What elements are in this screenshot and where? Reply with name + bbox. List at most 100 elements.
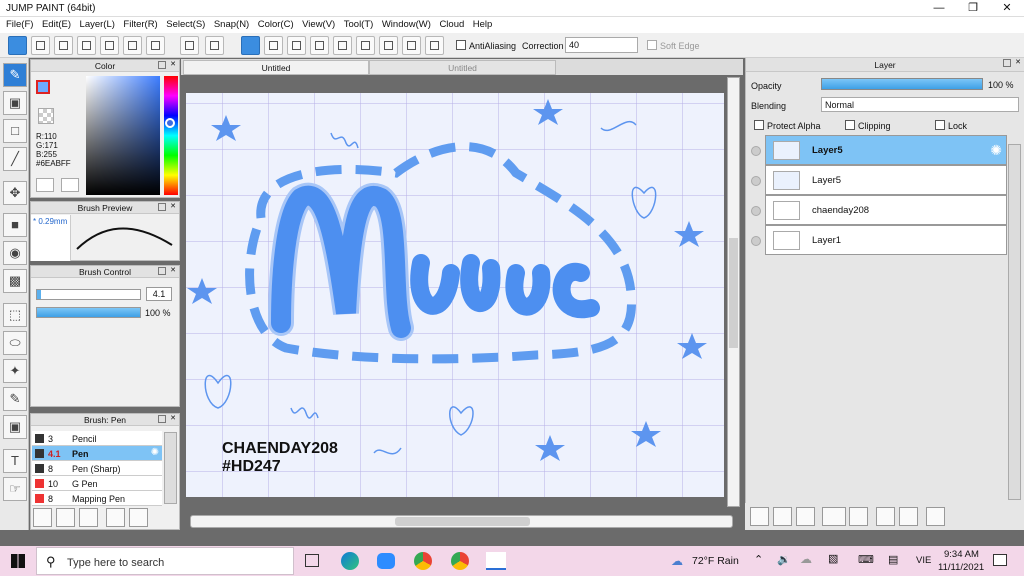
undo-icon[interactable] (180, 36, 199, 55)
volume-icon[interactable]: 🔉 (777, 553, 791, 566)
brush-size-slider[interactable] (36, 289, 141, 300)
layer-settings-gear-icon[interactable]: ✺ (990, 142, 1002, 159)
new-layer-copy-icon[interactable] (773, 507, 792, 526)
close-icon[interactable]: ✕ (169, 267, 177, 275)
menu-file[interactable]: File(F) (6, 17, 33, 33)
brush-item-mapping-pen[interactable]: 8 Mapping Pen (32, 491, 162, 506)
vertical-scroll-thumb[interactable] (729, 238, 738, 348)
soft-edge-checkbox[interactable] (647, 40, 657, 50)
brush-menu-icon[interactable] (79, 508, 98, 527)
antialiasing-checkbox[interactable] (456, 40, 466, 50)
delete-layer-icon[interactable] (926, 507, 945, 526)
tab-untitled-2[interactable]: Untitled (369, 60, 556, 75)
chrome-icon[interactable] (414, 552, 432, 570)
canvas-horizontal-scrollbar[interactable] (190, 515, 733, 528)
copy-brush-icon[interactable] (106, 508, 125, 527)
float-icon[interactable] (158, 203, 166, 211)
page-layout-icon[interactable] (123, 36, 142, 55)
close-icon[interactable]: ✕ (169, 203, 177, 211)
close-icon[interactable]: ✕ (169, 61, 177, 69)
taskbar-search[interactable]: ⚲ Type here to search (36, 547, 294, 575)
wifi-icon[interactable]: ▤ (888, 553, 898, 566)
saturation-value-picker[interactable] (86, 76, 160, 195)
weather-text[interactable]: 72°F Rain (692, 555, 739, 567)
line-tool-icon[interactable]: ╱ (3, 147, 27, 171)
brush-item-pen-sharp[interactable]: 8 Pen (Sharp) (32, 461, 162, 476)
layer-item[interactable]: Layer1 (765, 225, 1007, 255)
chrome-profile-icon[interactable] (451, 552, 469, 570)
layer-list-scrollbar[interactable] (1008, 144, 1021, 500)
hue-handle[interactable] (165, 118, 175, 128)
duplicate-layer-icon[interactable] (876, 507, 895, 526)
message-icon[interactable] (77, 36, 96, 55)
tab-untitled-1[interactable]: Untitled (183, 60, 369, 75)
menu-select[interactable]: Select(S) (166, 17, 205, 33)
menu-cloud[interactable]: Cloud (439, 17, 464, 33)
snap-parallel-icon[interactable] (264, 36, 283, 55)
menu-filter[interactable]: Filter(R) (123, 17, 157, 33)
transparent-color-swatch[interactable] (38, 108, 54, 124)
layer-opacity-slider[interactable] (821, 78, 983, 90)
snap-off-icon[interactable] (241, 36, 260, 55)
language-indicator[interactable]: VIE (916, 555, 931, 566)
menu-layer[interactable]: Layer(L) (80, 17, 115, 33)
close-button[interactable]: ✕ (990, 0, 1024, 17)
comment-icon[interactable] (54, 36, 73, 55)
magic-wand-tool-icon[interactable]: ✦ (3, 359, 27, 383)
minimize-button[interactable]: — (922, 0, 956, 17)
brush-opacity-slider[interactable] (36, 307, 141, 318)
horizontal-scroll-thumb[interactable] (395, 517, 530, 526)
battery-icon[interactable]: ▧ (828, 552, 838, 565)
brush-folder-icon[interactable] (33, 508, 52, 527)
drawing-canvas[interactable]: CHAENDAY208 #HD247 (186, 93, 724, 497)
rectangle-tool-icon[interactable]: □ (3, 119, 27, 143)
fill-rect-tool-icon[interactable]: ■ (3, 213, 27, 237)
add-layer-menu-icon[interactable] (822, 507, 846, 526)
menu-color[interactable]: Color(C) (258, 17, 294, 33)
hand-tool-icon[interactable]: ☞ (3, 477, 27, 501)
keyboard-icon[interactable]: ⌨ (858, 553, 874, 566)
menu-window[interactable]: Window(W) (382, 17, 431, 33)
brush-list-scrollbar[interactable] (164, 432, 177, 504)
snap-ellipse-icon[interactable] (402, 36, 421, 55)
lock-checkbox[interactable] (935, 120, 945, 130)
merge-layer-icon[interactable] (899, 507, 918, 526)
palette-icon[interactable] (36, 178, 54, 192)
document-icon[interactable] (100, 36, 119, 55)
close-icon[interactable]: ✕ (169, 415, 177, 423)
brush-settings-gear-icon[interactable]: ✺ (151, 447, 159, 458)
snap-curve-icon[interactable] (379, 36, 398, 55)
clock-date[interactable]: 11/11/2021 (938, 562, 984, 573)
new-layer-image-icon[interactable] (796, 507, 815, 526)
brush-tool-icon[interactable]: ✎ (3, 63, 27, 87)
protect-alpha-checkbox[interactable] (754, 120, 764, 130)
task-view-icon[interactable] (305, 554, 319, 567)
snap-grid-icon[interactable] (287, 36, 306, 55)
brush-item-pen[interactable]: 4.1 Pen ✺ (32, 446, 162, 461)
menu-help[interactable]: Help (473, 17, 493, 33)
layer-visibility-icon[interactable] (751, 236, 761, 246)
snap-radial-icon[interactable] (333, 36, 352, 55)
blending-select[interactable]: Normal (821, 97, 1019, 112)
windows-start-icon[interactable] (11, 554, 25, 568)
clock-time[interactable]: 9:34 AM (944, 549, 979, 560)
edge-browser-icon[interactable] (341, 552, 359, 570)
eyedropper-icon[interactable] (61, 178, 79, 192)
layer-item[interactable]: chaenday208 (765, 195, 1007, 225)
zoom-app-icon[interactable] (377, 553, 395, 569)
bucket-tool-icon[interactable]: ◉ (3, 241, 27, 265)
brush-item-pencil[interactable]: 3 Pencil (32, 431, 162, 446)
notification-icon[interactable] (993, 554, 1007, 566)
layer-folder-icon[interactable] (849, 507, 868, 526)
snap-circle-icon[interactable] (356, 36, 375, 55)
gradient-tool-icon[interactable]: ▩ (3, 269, 27, 293)
onedrive-icon[interactable]: ☁ (800, 552, 812, 566)
jump-paint-taskbar-icon[interactable] (486, 552, 506, 570)
eraser-tool-icon[interactable]: ▣ (3, 91, 27, 115)
float-icon[interactable] (158, 61, 166, 69)
move-tool-icon[interactable]: ✥ (3, 181, 27, 205)
hue-slider[interactable] (164, 76, 178, 195)
select-pen-tool-icon[interactable]: ✎ (3, 387, 27, 411)
new-brush-icon[interactable] (56, 508, 75, 527)
select-eraser-tool-icon[interactable]: ▣ (3, 415, 27, 439)
